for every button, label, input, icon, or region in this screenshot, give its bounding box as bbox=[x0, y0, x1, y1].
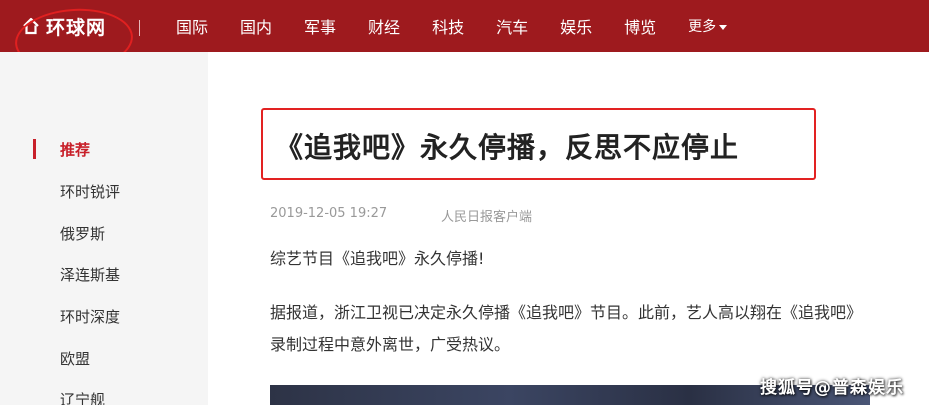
home-icon bbox=[23, 17, 39, 35]
nav-item-tech[interactable]: 科技 bbox=[432, 14, 464, 38]
top-nav-bar: 环球网 国际 国内 军事 财经 科技 汽车 娱乐 博览 更多 bbox=[0, 0, 929, 52]
watermark: 搜狐号@普森娱乐 bbox=[760, 378, 904, 398]
nav-more-menu[interactable]: 更多 bbox=[688, 16, 728, 36]
sidebar-item-depth[interactable]: 环时深度 bbox=[60, 306, 120, 327]
nav-item-domestic[interactable]: 国内 bbox=[240, 14, 272, 38]
nav-item-international[interactable]: 国际 bbox=[176, 14, 208, 38]
main-nav: 国际 国内 军事 财经 科技 汽车 娱乐 博览 更多 bbox=[176, 0, 728, 52]
article-paragraph-1: 综艺节目《追我吧》永久停播! bbox=[270, 249, 485, 268]
active-item-marker bbox=[33, 139, 36, 159]
nav-item-military[interactable]: 军事 bbox=[304, 14, 336, 38]
nav-item-expo[interactable]: 博览 bbox=[624, 14, 656, 38]
article-datetime: 2019-12-05 19:27 bbox=[270, 206, 388, 221]
nav-item-finance[interactable]: 财经 bbox=[368, 14, 400, 38]
nav-item-auto[interactable]: 汽车 bbox=[496, 14, 528, 38]
article-source[interactable]: 人民日报客户端 bbox=[441, 206, 532, 225]
article-title: 《追我吧》永久停播，反思不应停止 bbox=[275, 131, 740, 164]
chevron-down-icon bbox=[719, 24, 728, 30]
nav-item-entertainment[interactable]: 娱乐 bbox=[560, 14, 592, 38]
sidebar-item-commentary[interactable]: 环时锐评 bbox=[60, 181, 120, 202]
nav-more-label: 更多 bbox=[688, 19, 717, 35]
article-paragraph-2: 据报道，浙江卫视已决定永久停播《追我吧》节目。此前，艺人高以翔在《追我吧》录制过… bbox=[270, 303, 863, 354]
sidebar-item-russia[interactable]: 俄罗斯 bbox=[60, 223, 105, 244]
sidebar-item-eu[interactable]: 欧盟 bbox=[60, 348, 90, 369]
site-logo[interactable]: 环球网 bbox=[22, 10, 106, 42]
logo-text: 环球网 bbox=[46, 16, 107, 39]
nav-divider bbox=[139, 20, 140, 36]
sidebar-item-liaoning[interactable]: 辽宁舰 bbox=[60, 389, 105, 405]
sidebar-item-zelensky[interactable]: 泽连斯基 bbox=[60, 264, 120, 285]
sidebar-item-recommend[interactable]: 推荐 bbox=[60, 139, 90, 160]
